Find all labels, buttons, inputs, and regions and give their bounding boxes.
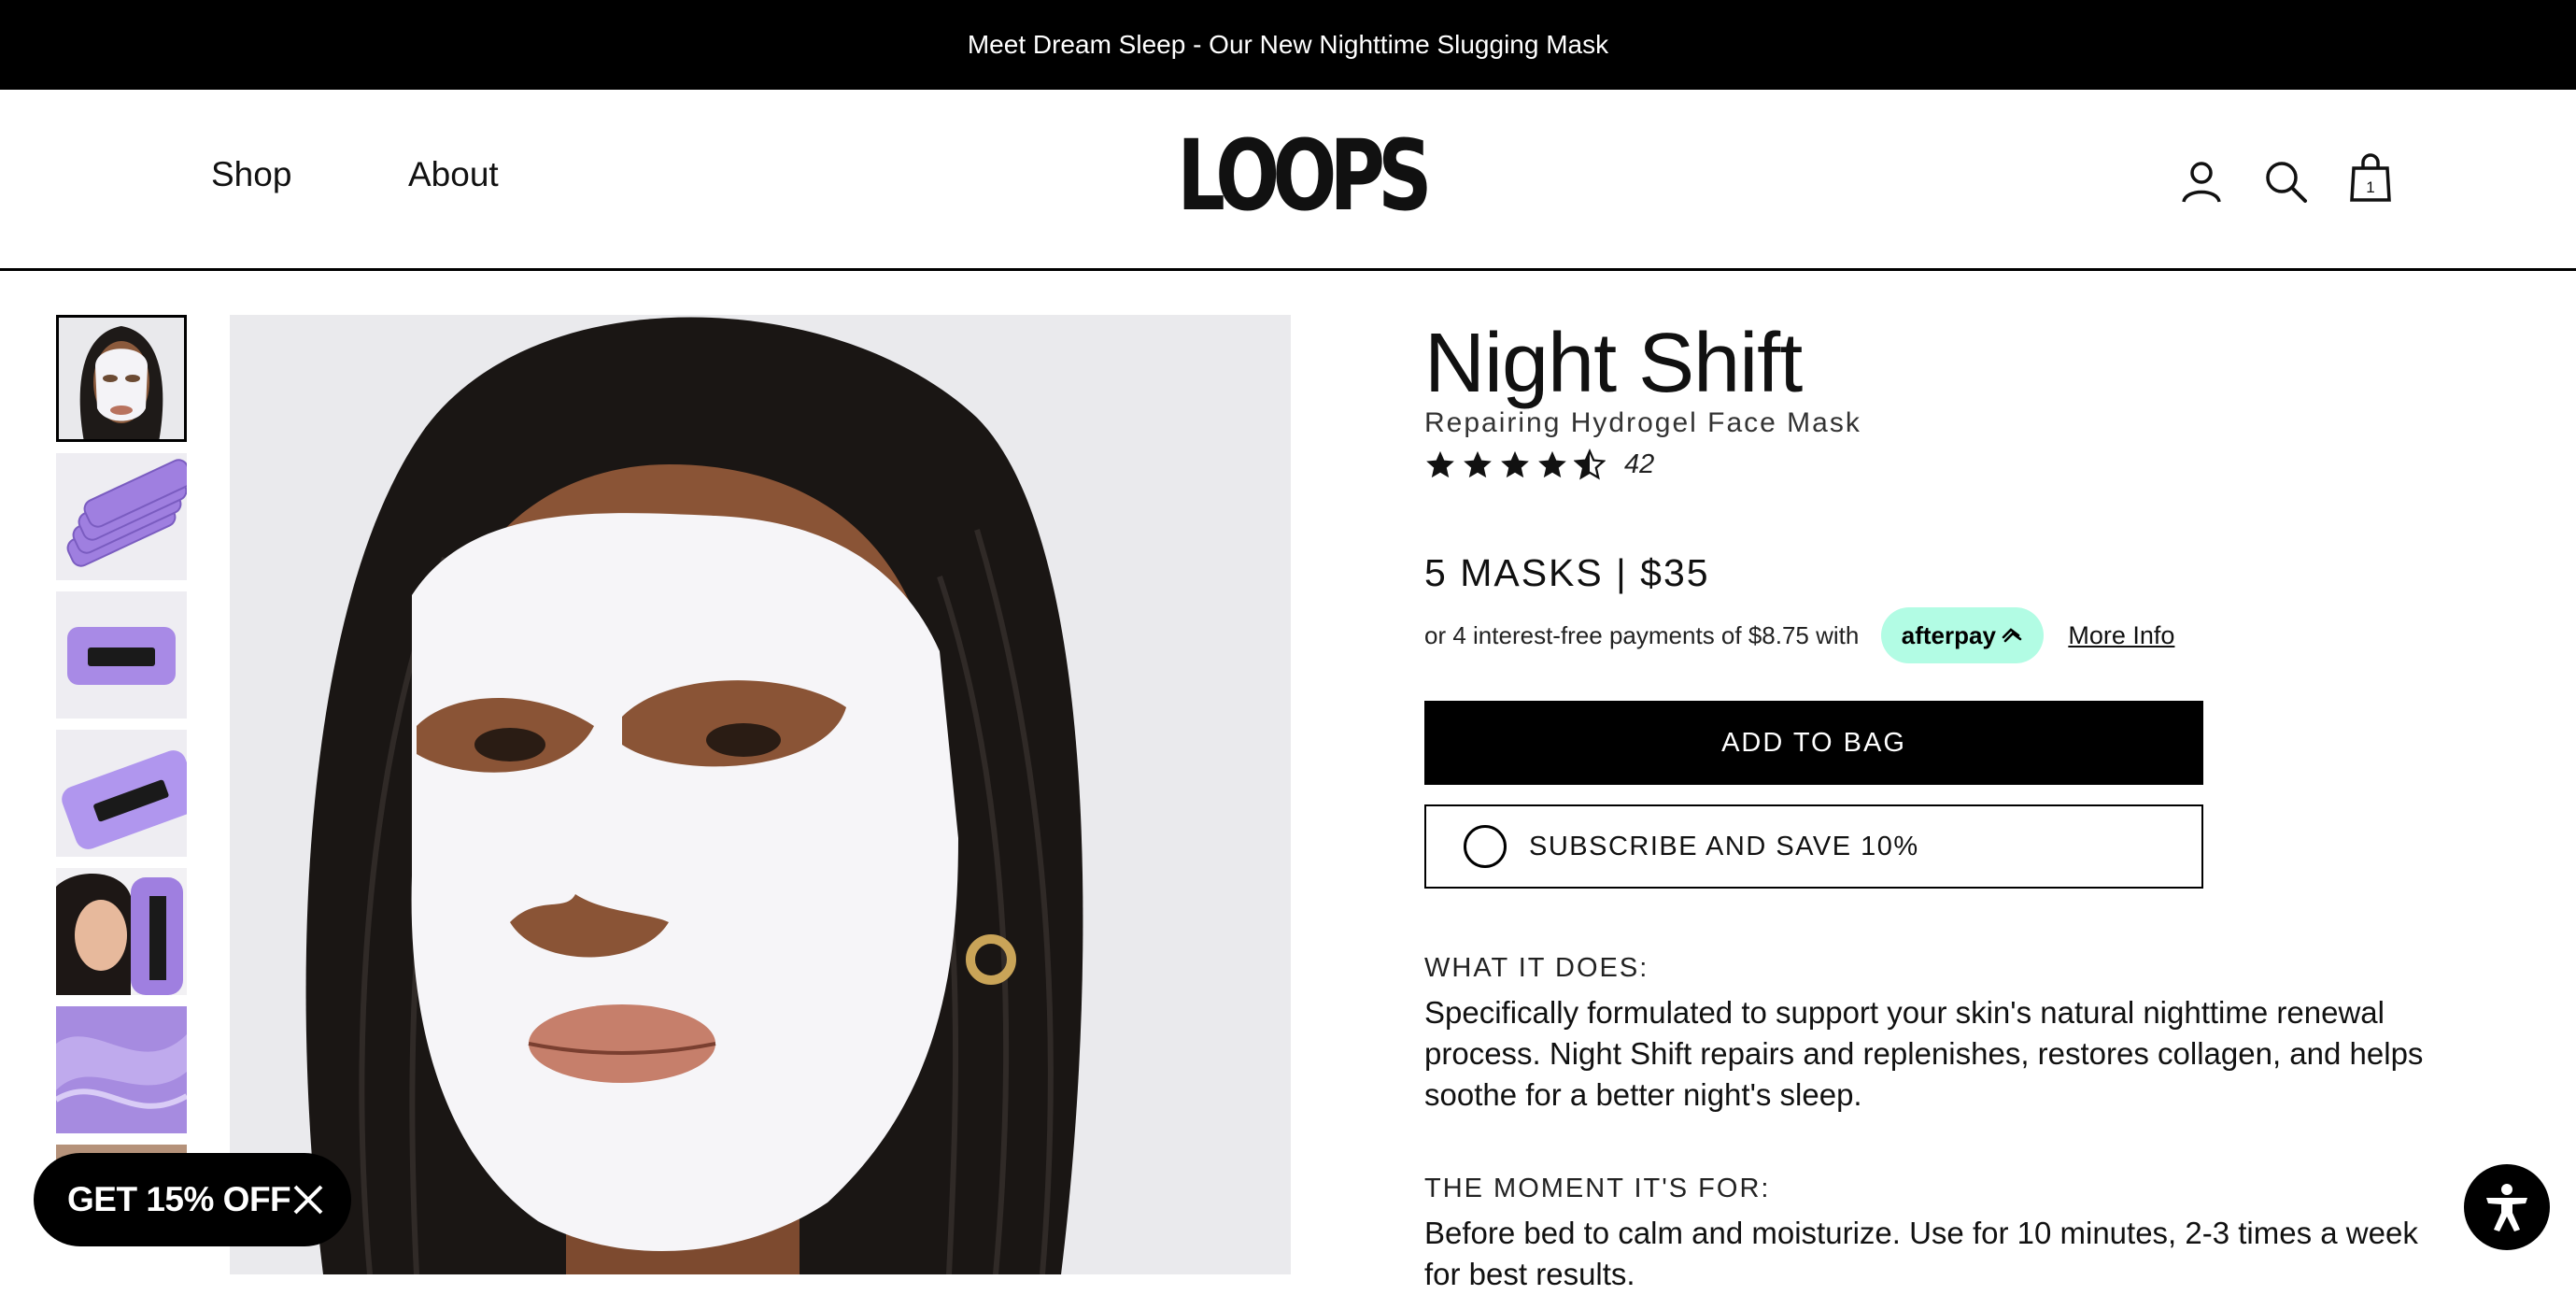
- promo-label[interactable]: GET 15% OFF: [67, 1180, 291, 1219]
- thumbnail-3[interactable]: [56, 591, 187, 719]
- product-rating[interactable]: 42: [1424, 448, 1654, 480]
- bag-count: 1: [2366, 178, 2374, 196]
- announcement-bar[interactable]: Meet Dream Sleep - Our New Nighttime Slu…: [0, 0, 2576, 90]
- site-header: Shop About LOOPS 1: [0, 90, 2576, 271]
- add-to-bag-button[interactable]: ADD TO BAG: [1424, 701, 2203, 785]
- afterpay-row: or 4 interest-free payments of $8.75 wit…: [1424, 607, 2174, 663]
- review-count[interactable]: 42: [1624, 449, 1654, 480]
- subscribe-option[interactable]: SUBSCRIBE AND SAVE 10%: [1424, 804, 2203, 889]
- thumbnail-2[interactable]: [56, 453, 187, 580]
- accessibility-button[interactable]: [2464, 1164, 2550, 1250]
- account-icon[interactable]: [2179, 159, 2224, 204]
- search-icon[interactable]: [2263, 159, 2308, 204]
- star-full-icon: [1426, 450, 1454, 478]
- afterpay-badge-label: afterpay: [1901, 620, 1996, 649]
- subscribe-radio[interactable]: [1464, 825, 1507, 868]
- product-price: 5 MASKS | $35: [1424, 551, 1710, 594]
- star-full-icon: [1501, 450, 1529, 478]
- nav-shop[interactable]: Shop: [211, 155, 291, 194]
- star-half-icon: [1574, 448, 1606, 480]
- thumbnail-model-image: [56, 315, 187, 442]
- product-subtitle: Repairing Hydrogel Face Mask: [1424, 407, 1861, 438]
- announcement-text[interactable]: Meet Dream Sleep - Our New Nighttime Slu…: [968, 30, 1608, 60]
- thumbnail-single-pack-image: [56, 591, 187, 719]
- afterpay-badge[interactable]: afterpay: [1881, 607, 2045, 663]
- thumbnail-1[interactable]: [56, 315, 187, 442]
- afterpay-arrows-icon: [2002, 628, 2022, 643]
- thumbnail-5[interactable]: [56, 868, 187, 995]
- what-it-does-heading: WHAT IT DOES:: [1424, 953, 1649, 983]
- subscribe-label: SUBSCRIBE AND SAVE 10%: [1529, 831, 1919, 861]
- brand-logo[interactable]: LOOPS: [1177, 127, 1432, 224]
- main-product-image[interactable]: [230, 315, 1291, 1274]
- model-wearing-mask-image: [230, 315, 1291, 1274]
- thumbnail-6[interactable]: [56, 1006, 187, 1133]
- close-icon[interactable]: [290, 1181, 327, 1218]
- nav-about[interactable]: About: [408, 155, 499, 194]
- accessibility-icon: [2486, 1184, 2527, 1231]
- afterpay-text: or 4 interest-free payments of $8.75 wit…: [1424, 620, 1860, 649]
- what-it-does-body: Specifically formulated to support your …: [1424, 995, 2424, 1112]
- thumbnail-4[interactable]: [56, 730, 187, 857]
- star-full-icon: [1538, 450, 1566, 478]
- thumbnail-texture-image: [56, 1006, 187, 1133]
- thumbnail-pack-angle-image: [56, 730, 187, 857]
- discount-promo-pill[interactable]: GET 15% OFF: [34, 1153, 351, 1246]
- product-title: Night Shift: [1424, 317, 1803, 410]
- moment-heading: THE MOMENT IT'S FOR:: [1424, 1174, 1771, 1203]
- thumbnail-lifestyle-image: [56, 868, 187, 995]
- thumbnail-stacked-packs-image: [56, 453, 187, 580]
- star-full-icon: [1464, 450, 1492, 478]
- brand-logo-text: LOOPS: [1177, 119, 1432, 233]
- more-info-link[interactable]: More Info: [2068, 621, 2174, 650]
- moment-body: Before bed to calm and moisturize. Use f…: [1424, 1216, 2418, 1291]
- bag-icon[interactable]: 1: [2348, 153, 2393, 204]
